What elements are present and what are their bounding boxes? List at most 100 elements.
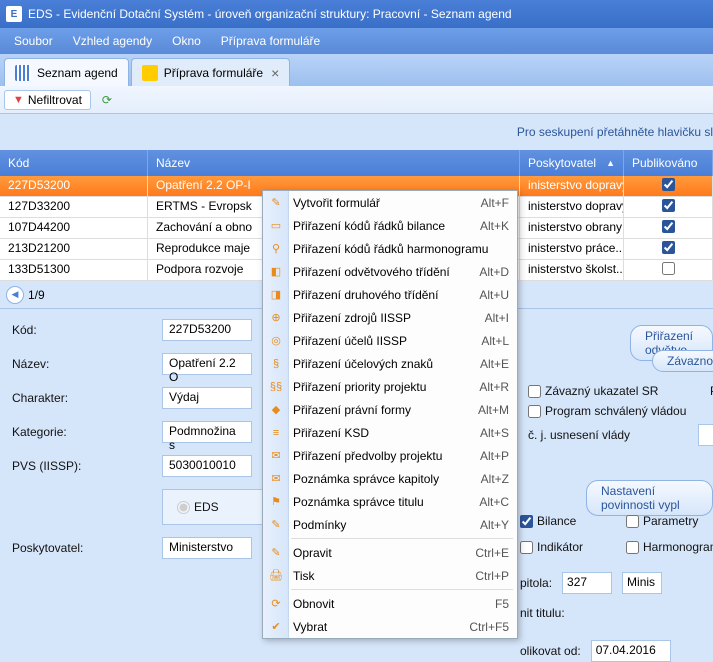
menu-item-icon: 🖨 <box>267 567 285 585</box>
context-menu-item[interactable]: ≡ Přiřazení KSDAlt+S <box>263 421 517 444</box>
kapitola-input[interactable]: 327 <box>562 572 612 594</box>
publikovat-date-input[interactable]: 07.04.2016 <box>591 640 671 662</box>
context-menu-item[interactable]: ✉Přiřazení předvolby projektuAlt+P <box>263 444 517 467</box>
pvs-input[interactable]: 5030010010 <box>162 455 252 477</box>
parametry-checkbox[interactable] <box>626 515 639 528</box>
kod-label: Kód: <box>12 323 162 337</box>
menu-vzhled[interactable]: Vzhled agendy <box>63 30 162 52</box>
cell-poskytovatel: inisterstvo obrany <box>520 218 624 238</box>
menu-item-label: Přiřazení KSD <box>293 426 480 440</box>
menu-okno[interactable]: Okno <box>162 30 211 52</box>
cell-publikovano <box>624 197 713 217</box>
context-menu-item[interactable]: ✎PodmínkyAlt+Y <box>263 513 517 536</box>
col-header-publikovano[interactable]: Publikováno <box>624 150 713 176</box>
context-menu-item[interactable]: ✎Vytvořit formulářAlt+F <box>263 191 517 214</box>
window-title: EDS - Evidenční Dotační Systém - úroveň … <box>28 7 512 21</box>
pub-checkbox[interactable] <box>662 199 675 212</box>
zavazny-checkbox-row: Závazný ukazatel SR P <box>528 384 713 398</box>
close-icon[interactable]: × <box>271 65 279 81</box>
bilance-row: Bilance <box>520 514 614 528</box>
poskytovatel-label: Poskytovatel: <box>12 541 162 555</box>
context-menu-item[interactable]: ✎OpravitCtrl+E <box>263 541 517 564</box>
pub-checkbox[interactable] <box>662 262 675 275</box>
parametry-row: Parametry <box>626 514 713 528</box>
radio-eds[interactable]: EDS <box>177 500 272 514</box>
zavaznost-button[interactable]: Závaznos <box>652 350 713 372</box>
menu-item-icon: ✉ <box>267 447 285 465</box>
menu-item-icon: ✎ <box>267 544 285 562</box>
menu-item-label: Tisk <box>293 569 475 583</box>
usneseni-input[interactable] <box>698 424 713 446</box>
menu-item-label: Podmínky <box>293 518 480 532</box>
kategorie-select[interactable]: Podmnožina s <box>162 421 252 443</box>
nazev-input[interactable]: Opatření 2.2 O <box>162 353 252 375</box>
program-checkbox[interactable] <box>528 405 541 418</box>
indikator-label: Indikátor <box>537 540 583 554</box>
poskytovatel-select[interactable]: Ministerstvo <box>162 537 252 559</box>
context-menu-item[interactable]: ⟳ObnovitF5 <box>263 592 517 615</box>
harmonogram-checkbox[interactable] <box>626 541 639 554</box>
context-menu-item[interactable]: ◆Přiřazení právní formyAlt+M <box>263 398 517 421</box>
pub-checkbox[interactable] <box>662 220 675 233</box>
indikator-checkbox[interactable] <box>520 541 533 554</box>
context-menu-item[interactable]: ◧Přiřazení odvětvového tříděníAlt+D <box>263 260 517 283</box>
context-menu-item[interactable]: ◎Přiřazení účelů IISSPAlt+L <box>263 329 517 352</box>
zavazny-checkbox[interactable] <box>528 385 541 398</box>
context-menu-item[interactable]: ⚲Přiřazení kódů řádků harmonogramu <box>263 237 517 260</box>
menu-item-label: Obnovit <box>293 597 495 611</box>
tab-seznam-agend[interactable]: Seznam agend <box>4 58 129 86</box>
context-menu-item[interactable]: ⊕Přiřazení zdrojů IISSPAlt+I <box>263 306 517 329</box>
menu-item-shortcut: Alt+S <box>480 426 509 440</box>
menu-item-icon: ▭ <box>267 217 285 235</box>
context-menu-item[interactable]: ◨Přiřazení druhového tříděníAlt+U <box>263 283 517 306</box>
kod-input[interactable]: 227D53200 <box>162 319 252 341</box>
context-menu-item[interactable]: ⚑Poznámka správce tituluAlt+C <box>263 490 517 513</box>
menu-item-shortcut: Alt+M <box>478 403 509 417</box>
pub-checkbox[interactable] <box>662 178 675 191</box>
charakter-select[interactable]: Výdaj <box>162 387 252 409</box>
menu-item-shortcut: Alt+F <box>481 196 509 210</box>
form-icon <box>142 65 158 81</box>
menu-priprava[interactable]: Příprava formuláře <box>211 30 330 52</box>
program-label: Program schválený vládou <box>545 404 686 418</box>
menu-item-icon: ⟳ <box>267 595 285 613</box>
menu-item-label: Přiřazení odvětvového třídění <box>293 265 479 279</box>
context-menu-item[interactable]: §§Přiřazení priority projektuAlt+R <box>263 375 517 398</box>
cell-publikovano <box>624 260 713 280</box>
kapitola-extra-input[interactable]: Minis <box>622 572 662 594</box>
kapitola-label: pitola: <box>520 576 552 590</box>
refresh-icon[interactable]: ⟳ <box>97 90 117 110</box>
menu-item-label: Přiřazení kódů řádků bilance <box>293 219 480 233</box>
menu-item-icon: ◨ <box>267 286 285 304</box>
context-menu: ✎Vytvořit formulářAlt+F ▭ Přiřazení kódů ř… <box>262 190 518 639</box>
parametry-label: Parametry <box>643 514 698 528</box>
radio-eds-input[interactable] <box>177 501 190 514</box>
col-header-nazev[interactable]: Název <box>148 150 520 176</box>
col-header-poskytovatel[interactable]: Poskytovatel▲ <box>520 150 624 176</box>
sort-asc-icon: ▲ <box>606 158 615 168</box>
titul-label: nit titulu: <box>520 606 565 620</box>
col-header-kod[interactable]: Kód <box>0 150 148 176</box>
tab-priprava-formulare[interactable]: Příprava formuláře × <box>131 58 291 86</box>
bilance-label: Bilance <box>537 514 576 528</box>
context-menu-item[interactable]: 🖨TiskCtrl+P <box>263 564 517 587</box>
menu-item-icon: §§ <box>267 378 285 396</box>
filter-nefiltrovat-button[interactable]: ▼ Nefiltrovat <box>4 90 91 110</box>
context-menu-item[interactable]: ✔VybratCtrl+F5 <box>263 615 517 638</box>
pager-prev-button[interactable]: ◀ <box>6 286 24 304</box>
pub-checkbox[interactable] <box>662 241 675 254</box>
menu-item-icon: ≡ <box>267 424 285 442</box>
menu-item-icon: ✉ <box>267 470 285 488</box>
cell-kod: 107D44200 <box>0 218 148 238</box>
funnel-icon: ▼ <box>13 94 24 106</box>
menu-soubor[interactable]: Soubor <box>4 30 63 52</box>
cell-kod: 213D21200 <box>0 239 148 259</box>
menu-item-label: Přiřazení zdrojů IISSP <box>293 311 485 325</box>
context-menu-item[interactable]: ▭Přiřazení kódů řádků bilanceAlt+K <box>263 214 517 237</box>
menu-item-shortcut: Ctrl+E <box>475 546 509 560</box>
program-checkbox-row: Program schválený vládou <box>528 404 713 418</box>
context-menu-item[interactable]: §Přiřazení účelových znakůAlt+E <box>263 352 517 375</box>
menu-item-shortcut: Alt+P <box>480 449 509 463</box>
context-menu-item[interactable]: ✉Poznámka správce kapitolyAlt+Z <box>263 467 517 490</box>
bilance-checkbox[interactable] <box>520 515 533 528</box>
